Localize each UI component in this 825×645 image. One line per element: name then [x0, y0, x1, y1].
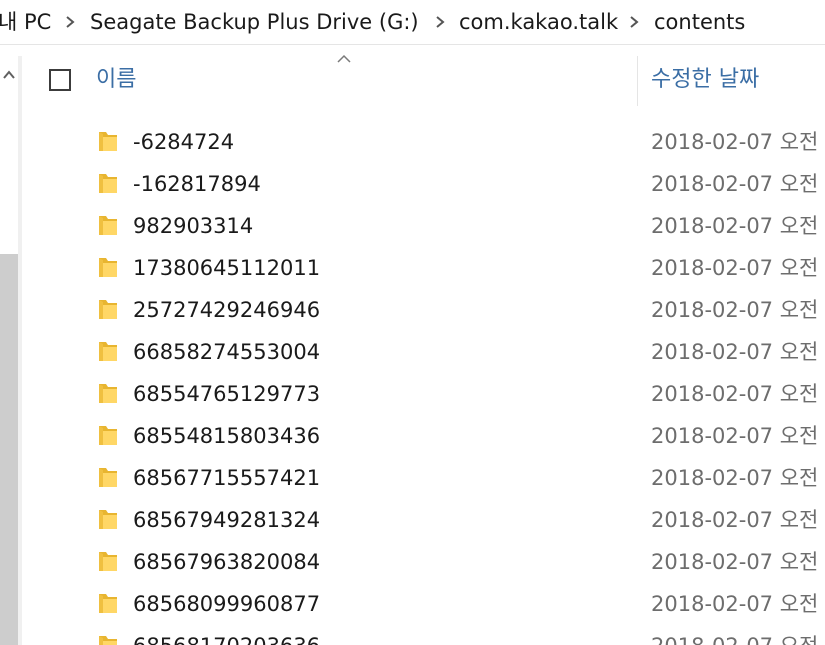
file-row[interactable]: 68554815803436 2018-02-07 오전 [22, 415, 825, 457]
folder-icon [97, 171, 119, 195]
breadcrumb-item-this-pc[interactable]: 내 PC [0, 9, 51, 35]
file-row[interactable]: 68554765129773 2018-02-07 오전 [22, 373, 825, 415]
sort-ascending-icon [337, 54, 351, 63]
navigation-scrollbar[interactable] [0, 56, 18, 645]
file-name: 68568170203636 [133, 633, 320, 645]
file-name: -162817894 [133, 172, 261, 196]
folder-icon [97, 633, 119, 645]
folder-icon [97, 339, 119, 363]
file-date-modified: 2018-02-07 오전 [651, 466, 819, 490]
folder-icon [97, 591, 119, 615]
file-date-modified: 2018-02-07 오전 [651, 550, 819, 574]
folder-icon [97, 549, 119, 573]
file-row[interactable]: 68568170203636 2018-02-07 오전 [22, 625, 825, 645]
folder-icon [97, 423, 119, 447]
file-date-modified: 2018-02-07 오전 [651, 256, 819, 280]
file-name: 25727429246946 [133, 298, 321, 322]
folder-icon [97, 507, 119, 531]
file-date-modified: 2018-02-07 오전 [651, 340, 819, 364]
folder-icon [97, 129, 119, 153]
column-header-date-modified[interactable]: 수정한 날짜 [651, 66, 759, 94]
file-name: 68554765129773 [133, 382, 321, 406]
file-row[interactable]: 68567963820084 2018-02-07 오전 [22, 541, 825, 583]
folder-icon [97, 381, 119, 405]
file-date-modified: 2018-02-07 오전 [651, 508, 819, 532]
file-name: 68567949281324 [133, 508, 321, 532]
chevron-right-icon[interactable] [433, 14, 447, 30]
folder-icon [97, 255, 119, 279]
chevron-right-icon[interactable] [627, 14, 641, 30]
file-row[interactable]: -6284724 2018-02-07 오전 [22, 121, 825, 163]
file-list: -6284724 2018-02-07 오전 -162817894 2018-02-0… [22, 121, 825, 645]
file-name: 68554815803436 [133, 424, 321, 448]
file-date-modified: 2018-02-07 오전 [651, 592, 819, 616]
file-date-modified: 2018-02-07 오전 [651, 214, 819, 238]
file-date-modified: 2018-02-07 오전 [651, 130, 819, 154]
file-row[interactable]: 68568099960877 2018-02-07 오전 [22, 583, 825, 625]
file-name: 17380645112011 [133, 256, 321, 280]
file-row[interactable]: 25727429246946 2018-02-07 오전 [22, 289, 825, 331]
file-date-modified: 2018-02-07 오전 [651, 172, 819, 196]
file-explorer-window: 내 PC Seagate Backup Plus Drive (G:) com.… [0, 0, 825, 645]
file-row[interactable]: 17380645112011 2018-02-07 오전 [22, 247, 825, 289]
file-name: 982903314 [133, 214, 254, 238]
breadcrumb-item-drive[interactable]: Seagate Backup Plus Drive (G:) [90, 9, 419, 35]
file-name: 68567963820084 [133, 550, 321, 574]
column-header-name[interactable]: 이름 [96, 66, 136, 94]
file-name: 68567715557421 [133, 466, 321, 490]
folder-icon [97, 213, 119, 237]
file-name: 66858274553004 [133, 340, 321, 364]
file-date-modified: 2018-02-07 오전 [651, 633, 818, 645]
file-row[interactable]: 66858274553004 2018-02-07 오전 [22, 331, 825, 373]
file-name: 68568099960877 [133, 592, 321, 616]
scrollbar-thumb[interactable] [0, 254, 18, 645]
breadcrumb-item-contents[interactable]: contents [654, 9, 745, 35]
file-row[interactable]: -162817894 2018-02-07 오전 [22, 163, 825, 205]
file-row[interactable]: 68567715557421 2018-02-07 오전 [22, 457, 825, 499]
file-row[interactable]: 982903314 2018-02-07 오전 [22, 205, 825, 247]
file-date-modified: 2018-02-07 오전 [651, 382, 819, 406]
breadcrumb-item-kakao[interactable]: com.kakao.talk [459, 9, 618, 35]
file-date-modified: 2018-02-07 오전 [651, 298, 819, 322]
file-name: -6284724 [133, 130, 235, 154]
chevron-right-icon[interactable] [63, 14, 77, 30]
column-divider[interactable] [637, 56, 638, 106]
folder-icon [97, 297, 119, 321]
file-date-modified: 2018-02-07 오전 [651, 424, 819, 448]
column-header: 이름 수정한 날짜 [22, 44, 825, 108]
select-all-checkbox[interactable] [49, 69, 71, 91]
scroll-up-arrow-icon[interactable] [0, 56, 18, 90]
folder-icon [97, 465, 119, 489]
file-row[interactable]: 68567949281324 2018-02-07 오전 [22, 499, 825, 541]
breadcrumb: 내 PC Seagate Backup Plus Drive (G:) com.… [0, 0, 825, 45]
